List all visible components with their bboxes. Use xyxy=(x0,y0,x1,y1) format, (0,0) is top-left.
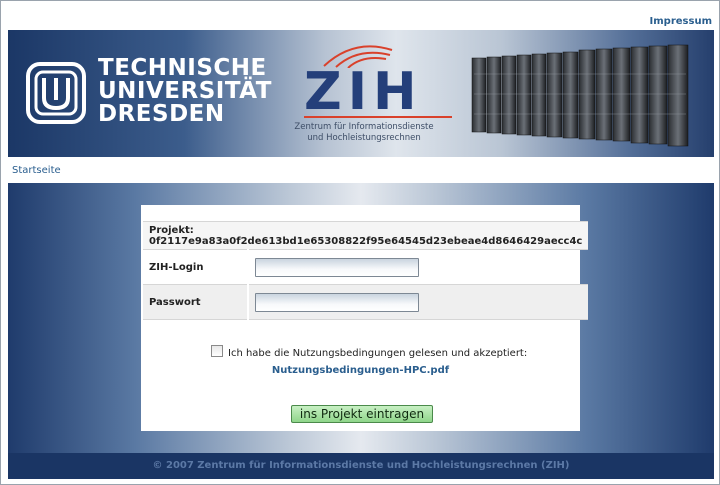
password-input[interactable] xyxy=(255,292,419,312)
password-label: Passwort xyxy=(143,284,249,320)
terms-pdf-link[interactable]: Nutzungsbedingungen-HPC.pdf xyxy=(141,365,580,376)
zih-logo-icon: ZIH Zentrum für Informationsdienste und … xyxy=(274,38,454,153)
footer-bar: © 2007 Zentrum für Informationsdienste u… xyxy=(8,453,714,479)
table-bottom-border xyxy=(143,319,589,320)
password-cell xyxy=(248,284,589,320)
zih-subtitle-line-2: und Hochleistungsrechnen xyxy=(307,133,421,143)
server-racks-image xyxy=(471,44,689,147)
browser-page: Impressum TECHNISCHE UNIVERSITÄT DRESDEN… xyxy=(0,0,720,485)
zih-logo-text: ZIH xyxy=(304,62,423,122)
breadcrumb-startseite[interactable]: Startseite xyxy=(12,165,61,176)
tud-line-2: UNIVERSITÄT xyxy=(98,78,272,104)
join-project-button[interactable]: ins Projekt eintragen xyxy=(291,405,433,423)
tu-dresden-wordmark: TECHNISCHE UNIVERSITÄT DRESDEN xyxy=(98,57,272,126)
main-content-area: Projekt: 0f2117e9a83a0f2de613bd1e6530882… xyxy=(8,183,714,479)
header-banner: TECHNISCHE UNIVERSITÄT DRESDEN ZIH Zentr… xyxy=(8,30,714,157)
terms-agreement-text: Ich habe die Nutzungsbedingungen gelesen… xyxy=(228,348,528,359)
impressum-link[interactable]: Impressum xyxy=(650,16,712,27)
login-row: ZIH-Login xyxy=(143,249,589,285)
project-label: Projekt: 0f2117e9a83a0f2de613bd1e6530882… xyxy=(143,221,589,250)
tud-line-3: DRESDEN xyxy=(98,101,225,127)
zih-login-input[interactable] xyxy=(255,257,419,277)
password-row: Passwort xyxy=(143,284,589,320)
registration-form-panel: Projekt: 0f2117e9a83a0f2de613bd1e6530882… xyxy=(141,205,589,431)
zih-subtitle-line-1: Zentrum für Informationsdienste xyxy=(294,122,434,132)
project-row: Projekt: 0f2117e9a83a0f2de613bd1e6530882… xyxy=(143,221,589,250)
zih-underline xyxy=(304,116,452,118)
footer-copyright: © 2007 Zentrum für Informationsdienste u… xyxy=(152,460,570,471)
zih-subtitle: Zentrum für Informationsdienste und Hoch… xyxy=(274,122,454,144)
terms-checkbox[interactable] xyxy=(211,345,223,357)
login-label: ZIH-Login xyxy=(143,249,249,285)
login-cell xyxy=(248,249,589,285)
tu-dresden-logo-icon xyxy=(26,62,86,124)
tud-line-1: TECHNISCHE xyxy=(98,55,267,81)
terms-agreement-row: Ich habe die Nutzungsbedingungen gelesen… xyxy=(211,345,527,359)
registration-form-table: Projekt: 0f2117e9a83a0f2de613bd1e6530882… xyxy=(143,221,589,320)
